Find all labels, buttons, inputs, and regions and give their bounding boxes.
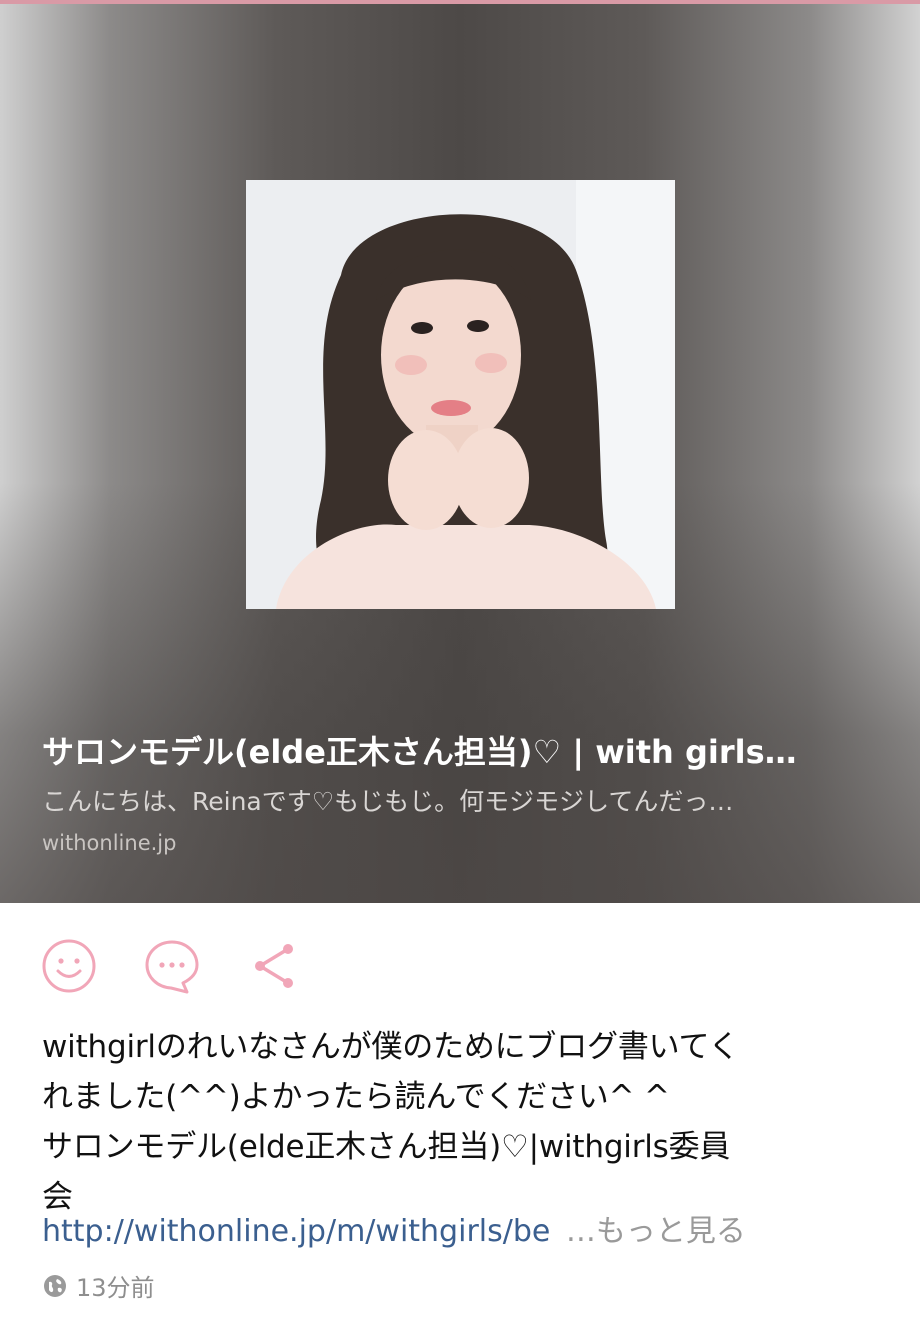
preview-domain: withonline.jp bbox=[42, 831, 177, 855]
see-more-link[interactable]: …もっと見る bbox=[566, 1214, 746, 1249]
action-bar bbox=[40, 936, 304, 996]
smiley-icon[interactable] bbox=[40, 937, 98, 995]
preview-text-block: サロンモデル(elde正木さん担当)♡ | with girls… こんにちは、… bbox=[42, 730, 880, 858]
post-text: withgirlのれいなさんが僕のためにブログ書いてく れました(^^)よかった… bbox=[42, 1022, 842, 1222]
post-text-line: withgirlのれいなさんが僕のためにブログ書いてく bbox=[42, 1029, 740, 1065]
post-text-line: サロンモデル(elde正木さん担当)♡|withgirls委員 bbox=[42, 1129, 731, 1165]
post-link[interactable]: http://withonline.jp/m/withgirls/be bbox=[42, 1214, 550, 1249]
preview-description: こんにちは、Reinaです♡もじもじ。何モジモジしてんだっ… bbox=[42, 787, 734, 816]
portrait-photo bbox=[246, 180, 675, 609]
comment-icon[interactable] bbox=[143, 937, 201, 995]
post-timestamp: 13分前 bbox=[76, 1274, 155, 1302]
link-preview-card[interactable]: サロンモデル(elde正木さん担当)♡ | with girls… こんにちは、… bbox=[0, 0, 920, 903]
post-link-row: http://withonline.jp/m/withgirls/be …もっと… bbox=[42, 1208, 746, 1256]
preview-title[interactable]: サロンモデル(elde正木さん担当)♡ | with girls… bbox=[42, 730, 880, 774]
post-text-line: れました(^^)よかったら読んでください^ ^ bbox=[42, 1079, 670, 1115]
share-icon[interactable] bbox=[246, 937, 304, 995]
post-meta: 13分前 bbox=[42, 1268, 155, 1303]
globe-icon bbox=[44, 1274, 66, 1297]
preview-image[interactable] bbox=[246, 180, 675, 609]
